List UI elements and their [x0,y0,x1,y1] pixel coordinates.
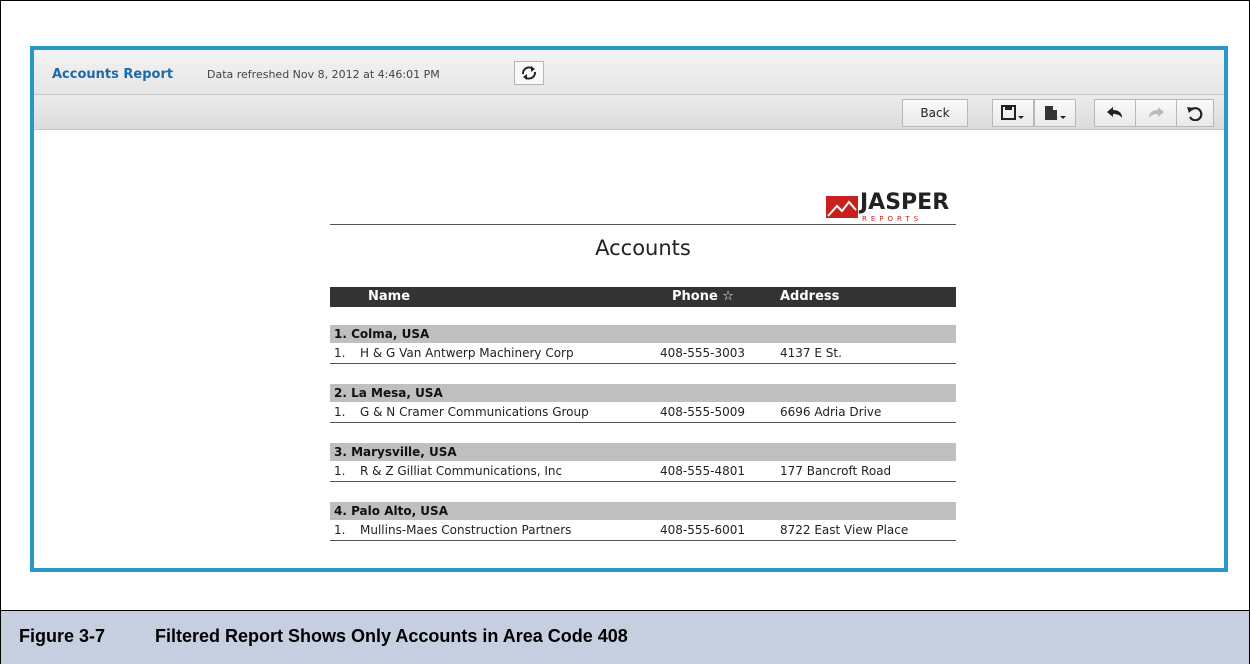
row-phone: 408-555-3003 [660,346,746,360]
table-row: 1. Mullins-Maes Construction Partners 40… [330,520,956,541]
undo-all-button[interactable] [1176,99,1214,127]
back-button[interactable]: Back [902,99,968,127]
refresh-timestamp: Data refreshed Nov 8, 2012 at 4:46:01 PM [207,68,440,81]
row-address: 177 Bancroft Road [780,464,892,478]
redo-icon [1149,107,1164,118]
row-name: Mullins-Maes Construction Partners [360,523,572,537]
group-header: 3. Marysville, USA [330,443,956,461]
row-phone: 408-555-6001 [660,523,746,537]
row-name: G & N Cramer Communications Group [360,405,589,419]
row-index: 1. [334,346,346,360]
row-name: H & G Van Antwerp Machinery Corp [360,346,574,360]
column-header-name[interactable]: Name [368,287,410,307]
group-header: 1. Colma, USA [330,325,956,343]
undo-all-icon [1187,107,1203,122]
row-index: 1. [334,523,346,537]
save-icon [1001,105,1024,120]
undo-button[interactable] [1094,99,1136,127]
export-icon [1045,106,1066,120]
save-button[interactable] [992,99,1034,127]
row-phone: 408-555-5009 [660,405,746,419]
row-phone: 408-555-4801 [660,464,746,478]
title-bar: Accounts Report Data refreshed Nov 8, 20… [34,50,1224,95]
refresh-icon [522,66,536,80]
report-viewer: Accounts Report Data refreshed Nov 8, 20… [30,46,1228,572]
column-header-address[interactable]: Address [780,287,839,307]
row-index: 1. [334,464,346,478]
logo-subtext: REPORTS [862,215,923,223]
export-button[interactable] [1034,99,1076,127]
row-address: 4137 E St. [780,346,842,360]
row-address: 6696 Adria Drive [780,405,882,419]
column-header-phone[interactable]: Phone ☆ [672,287,734,307]
group-header: 2. La Mesa, USA [330,384,956,402]
group-palo-alto: 4. Palo Alto, USA 1. Mullins-Maes Constr… [330,502,956,541]
table-row: 1. G & N Cramer Communications Group 408… [330,402,956,423]
table-row: 1. R & Z Gilliat Communications, Inc 408… [330,461,956,482]
logo-mountain-icon [826,196,858,218]
figure-number: Figure 3-7 [19,626,106,646]
logo-text: JASPER [860,190,950,215]
redo-button[interactable] [1135,99,1177,127]
row-address: 8722 East View Place [780,523,909,537]
refresh-button[interactable] [514,61,544,85]
report-toolbar: Back [34,95,1224,130]
report-heading: Accounts [595,236,691,260]
table-row: 1. H & G Van Antwerp Machinery Corp 408-… [330,343,956,364]
column-header-row: Name Phone ☆ Address [330,287,956,307]
figure-caption-text: Filtered Report Shows Only Accounts in A… [155,626,628,646]
report-title: Accounts Report [52,67,174,82]
jasper-logo: JASPER REPORTS [826,190,956,224]
group-la-mesa: 2. La Mesa, USA 1. G & N Cramer Communic… [330,384,956,423]
group-colma: 1. Colma, USA 1. H & G Van Antwerp Machi… [330,325,956,364]
row-name: R & Z Gilliat Communications, Inc [360,464,563,478]
header-rule [330,224,956,225]
figure-caption: Figure 3-7 Filtered Report Shows Only Ac… [1,610,1249,664]
undo-icon [1107,107,1122,118]
group-marysville: 3. Marysville, USA 1. R & Z Gilliat Comm… [330,443,956,482]
row-index: 1. [334,405,346,419]
group-header: 4. Palo Alto, USA [330,502,956,520]
